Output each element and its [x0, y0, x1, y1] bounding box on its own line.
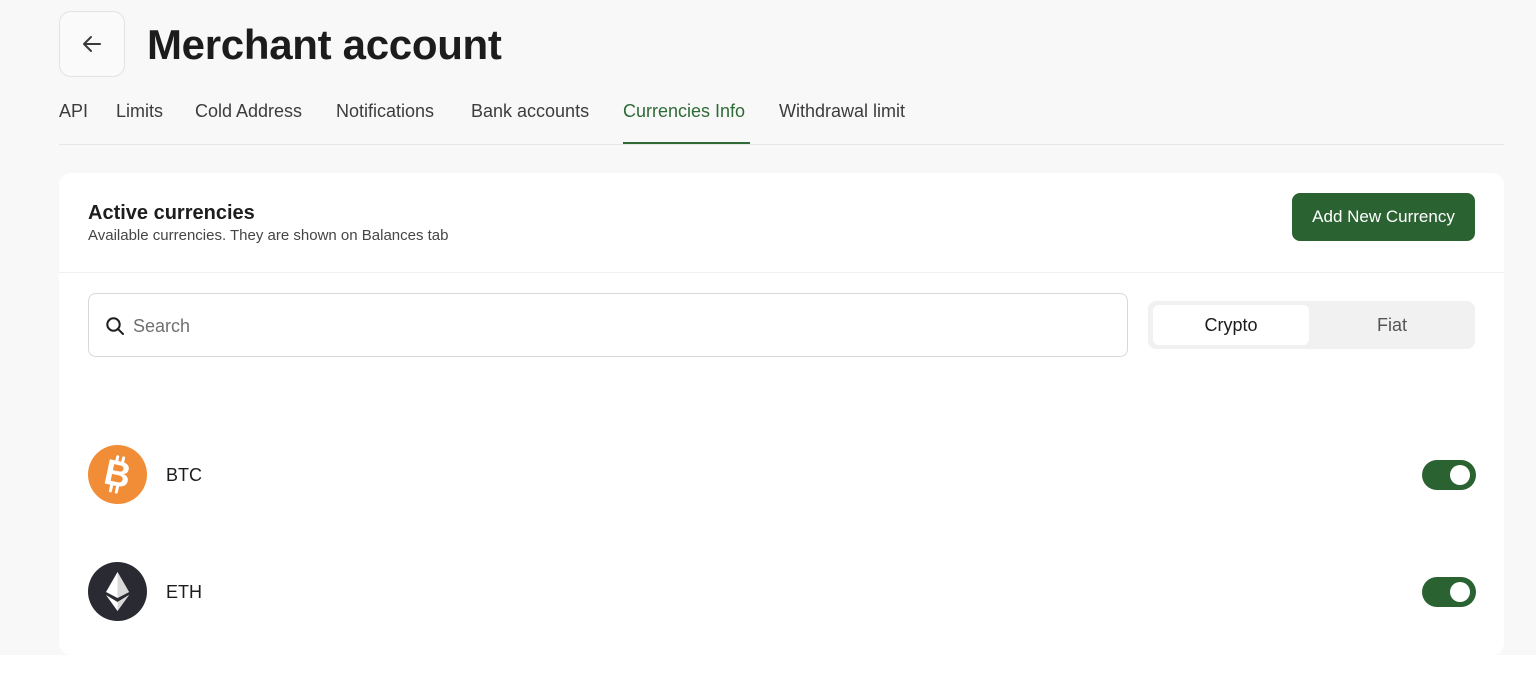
currency-row-eth: ETH [88, 562, 1476, 622]
active-tab-indicator [623, 142, 750, 144]
tab-withdrawal-limit[interactable]: Withdrawal limit [779, 100, 905, 122]
crypto-option[interactable]: Crypto [1153, 305, 1309, 345]
tab-limits[interactable]: Limits [116, 100, 163, 122]
currency-type-toggle: Crypto Fiat [1148, 301, 1475, 349]
currency-label: ETH [166, 582, 202, 602]
tab-bank-accounts[interactable]: Bank accounts [471, 100, 589, 122]
card-header-divider [59, 272, 1504, 273]
add-new-currency-button[interactable]: Add New Currency [1292, 193, 1475, 241]
tab-cold-address[interactable]: Cold Address [195, 100, 302, 122]
toggle-knob [1450, 465, 1470, 485]
currency-toggle-eth[interactable] [1422, 577, 1476, 607]
currency-label: BTC [166, 465, 202, 485]
arrow-left-icon [83, 36, 101, 52]
card-subtitle: Available currencies. They are shown on … [88, 227, 449, 244]
card-title: Active currencies [88, 202, 255, 224]
page-title: Merchant account [147, 21, 502, 68]
currency-toggle-btc[interactable] [1422, 460, 1476, 490]
currency-row-btc: B BTC [88, 445, 1476, 505]
search-box[interactable] [88, 293, 1128, 357]
back-button[interactable] [59, 11, 125, 77]
tab-notifications[interactable]: Notifications [336, 100, 434, 122]
search-icon [106, 317, 124, 335]
fiat-option[interactable]: Fiat [1314, 305, 1470, 345]
tab-api[interactable]: API [59, 100, 88, 122]
toggle-knob [1450, 582, 1470, 602]
search-input[interactable] [131, 308, 1115, 344]
currencies-card: Active currencies Available currencies. … [59, 173, 1504, 655]
tab-currencies-info[interactable]: Currencies Info [623, 100, 745, 122]
tab-bar: API Limits Cold Address Notifications Ba… [59, 94, 1504, 145]
bitcoin-icon: B [88, 445, 147, 504]
ethereum-icon [88, 562, 147, 621]
